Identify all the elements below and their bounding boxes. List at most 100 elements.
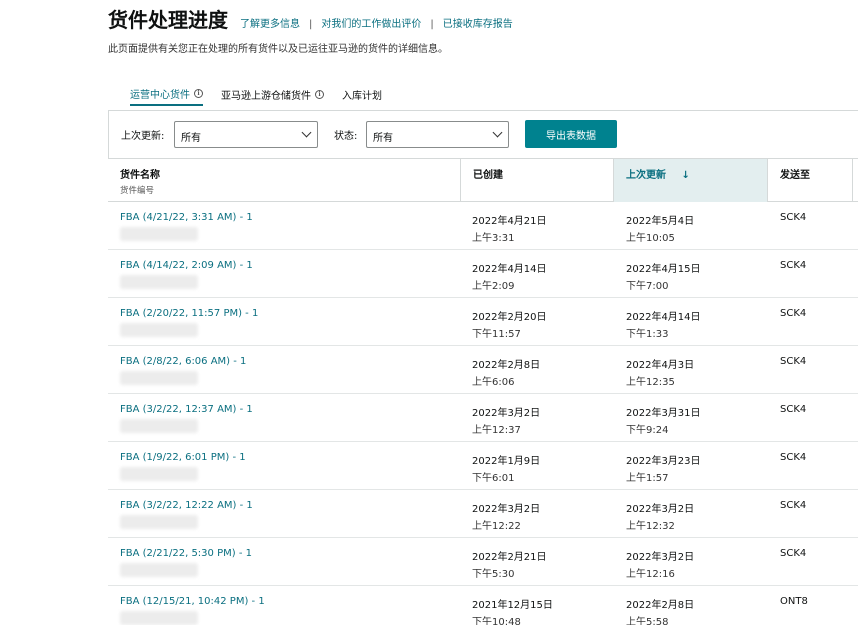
last-update-select[interactable]: 所有 [174,121,318,148]
shipment-id-redacted [120,563,198,577]
created-time: 下午10:48 [472,617,521,625]
shipment-name-link[interactable]: FBA (3/2/22, 12:37 AM) - 1 [120,404,253,415]
created-cell: 2022年3月2日 上午12:22 [472,500,540,532]
ship-to-value: SCK4 [780,452,807,463]
column-header-created[interactable]: 已创建 [460,159,613,202]
feedback-link[interactable]: 对我们的工作做出评价 [321,15,421,30]
tab-upstream-storage-shipments[interactable]: 亚马逊上游仓储货件 i [221,86,324,106]
link-separator: | [430,19,434,30]
shipment-id-redacted [120,275,198,289]
created-date: 2022年3月2日 [472,408,541,419]
column-name-label: 货件名称 [120,170,160,181]
ship-to-cell: ONT8 [780,596,808,607]
received-inventory-report-link[interactable]: 已接收库存报告 [443,15,513,30]
shipment-name-link[interactable]: FBA (2/20/22, 11:57 PM) - 1 [120,308,258,319]
created-time: 上午2:09 [472,281,515,292]
created-cell: 2022年2月20日 下午11:57 [472,308,547,340]
shipment-name-cell: FBA (2/21/22, 5:30 PM) - 1 [120,548,252,577]
status-select[interactable]: 所有 [366,121,509,148]
updated-cell: 2022年5月4日 上午10:05 [626,212,694,244]
ship-to-cell: SCK4 [780,500,806,511]
created-date: 2022年4月21日 [472,216,547,227]
updated-cell: 2022年4月3日 上午12:35 [626,356,694,388]
updated-time: 上午12:16 [626,569,675,580]
updated-time: 上午12:35 [626,377,675,388]
last-update-value: 所有 [181,133,201,144]
shipment-name-link[interactable]: FBA (2/8/22, 6:06 AM) - 1 [120,356,246,367]
shipment-name-link[interactable]: FBA (12/15/21, 10:42 PM) - 1 [120,596,265,607]
created-cell: 2022年4月21日 上午3:31 [472,212,547,244]
table-body: FBA (4/21/22, 3:31 AM) - 1 2022年4月21日 上午… [108,202,858,625]
header-links: 了解更多信息 | 对我们的工作做出评价 | 已接收库存报告 [240,15,513,30]
updated-cell: 2022年2月8日 上午5:58 [626,596,694,625]
shipments-table: 货件名称 货件编号 已创建 上次更新 ↓ 发送至 FBA (4/21/22, 3… [108,158,858,625]
ship-to-cell: SCK4 [780,452,806,463]
ship-to-value: SCK4 [780,308,807,319]
updated-cell: 2022年3月31日 下午9:24 [626,404,701,436]
updated-cell: 2022年4月14日 下午1:33 [626,308,701,340]
created-time: 下午11:57 [472,329,521,340]
ship-to-cell: SCK4 [780,404,806,415]
updated-date: 2022年3月23日 [626,456,701,467]
learn-more-link[interactable]: 了解更多信息 [240,15,300,30]
created-date: 2021年12月15日 [472,600,553,611]
tab-label: 运营中心货件 [130,90,190,101]
created-cell: 2022年2月8日 上午6:06 [472,356,540,388]
shipment-name-cell: FBA (3/2/22, 12:22 AM) - 1 [120,500,253,529]
updated-time: 上午12:32 [626,521,675,532]
tab-fulfillment-center-shipments[interactable]: 运营中心货件 i [130,86,203,106]
created-date: 2022年1月9日 [472,456,541,467]
chevron-down-icon [301,127,312,138]
updated-time: 下午1:33 [626,329,669,340]
created-time: 下午6:01 [472,473,515,484]
header: 货件处理进度 了解更多信息 | 对我们的工作做出评价 | 已接收库存报告 [108,4,513,33]
created-cell: 2022年3月2日 上午12:37 [472,404,540,436]
filter-bar: 上次更新: 所有 状态: 所有 导出表数据 [108,110,858,158]
shipment-name-link[interactable]: FBA (2/21/22, 5:30 PM) - 1 [120,548,252,559]
created-date: 2022年2月21日 [472,552,547,563]
shipment-id-redacted [120,323,198,337]
shipment-name-link[interactable]: FBA (4/21/22, 3:31 AM) - 1 [120,212,253,223]
updated-date: 2022年4月15日 [626,264,701,275]
updated-time: 上午10:05 [626,233,675,244]
column-header-last-updated[interactable]: 上次更新 ↓ [613,159,767,202]
ship-to-value: SCK4 [780,500,807,511]
created-cell: 2021年12月15日 下午10:48 [472,596,553,625]
ship-to-value: SCK4 [780,356,807,367]
shipment-name-link[interactable]: FBA (4/14/22, 2:09 AM) - 1 [120,260,253,271]
table-row: FBA (4/14/22, 2:09 AM) - 1 2022年4月14日 上午… [108,250,858,298]
column-header-ship-to[interactable]: 发送至 [767,159,853,202]
sort-descending-icon: ↓ [681,170,690,181]
shipment-name-cell: FBA (4/21/22, 3:31 AM) - 1 [120,212,253,241]
shipment-name-link[interactable]: FBA (1/9/22, 6:01 PM) - 1 [120,452,246,463]
updated-cell: 2022年4月15日 下午7:00 [626,260,701,292]
updated-cell: 2022年3月2日 上午12:16 [626,548,694,580]
shipment-id-redacted [120,371,198,385]
updated-time: 下午9:24 [626,425,669,436]
column-header-name[interactable]: 货件名称 货件编号 [108,159,460,202]
created-time: 上午6:06 [472,377,515,388]
tab-label: 亚马逊上游仓储货件 [221,91,311,102]
created-time: 上午12:22 [472,521,521,532]
table-row: FBA (1/9/22, 6:01 PM) - 1 2022年1月9日 下午6:… [108,442,858,490]
info-icon[interactable]: i [315,90,324,99]
export-table-button[interactable]: 导出表数据 [525,120,617,148]
tab-inbound-plans[interactable]: 入库计划 [342,86,382,106]
updated-time: 上午5:58 [626,617,669,625]
page-title: 货件处理进度 [108,8,228,32]
shipment-name-cell: FBA (2/8/22, 6:06 AM) - 1 [120,356,246,385]
created-date: 2022年4月14日 [472,264,547,275]
ship-to-value: SCK4 [780,260,807,271]
created-date: 2022年3月2日 [472,504,541,515]
created-time: 上午12:37 [472,425,521,436]
shipment-name-link[interactable]: FBA (3/2/22, 12:22 AM) - 1 [120,500,253,511]
created-cell: 2022年4月14日 上午2:09 [472,260,547,292]
updated-date: 2022年2月8日 [626,600,695,611]
shipment-id-redacted [120,611,198,625]
updated-date: 2022年5月4日 [626,216,695,227]
updated-cell: 2022年3月23日 上午1:57 [626,452,701,484]
info-icon[interactable]: i [194,89,203,98]
table-header: 货件名称 货件编号 已创建 上次更新 ↓ 发送至 [108,158,858,202]
shipment-name-cell: FBA (2/20/22, 11:57 PM) - 1 [120,308,258,337]
created-cell: 2022年2月21日 下午5:30 [472,548,547,580]
